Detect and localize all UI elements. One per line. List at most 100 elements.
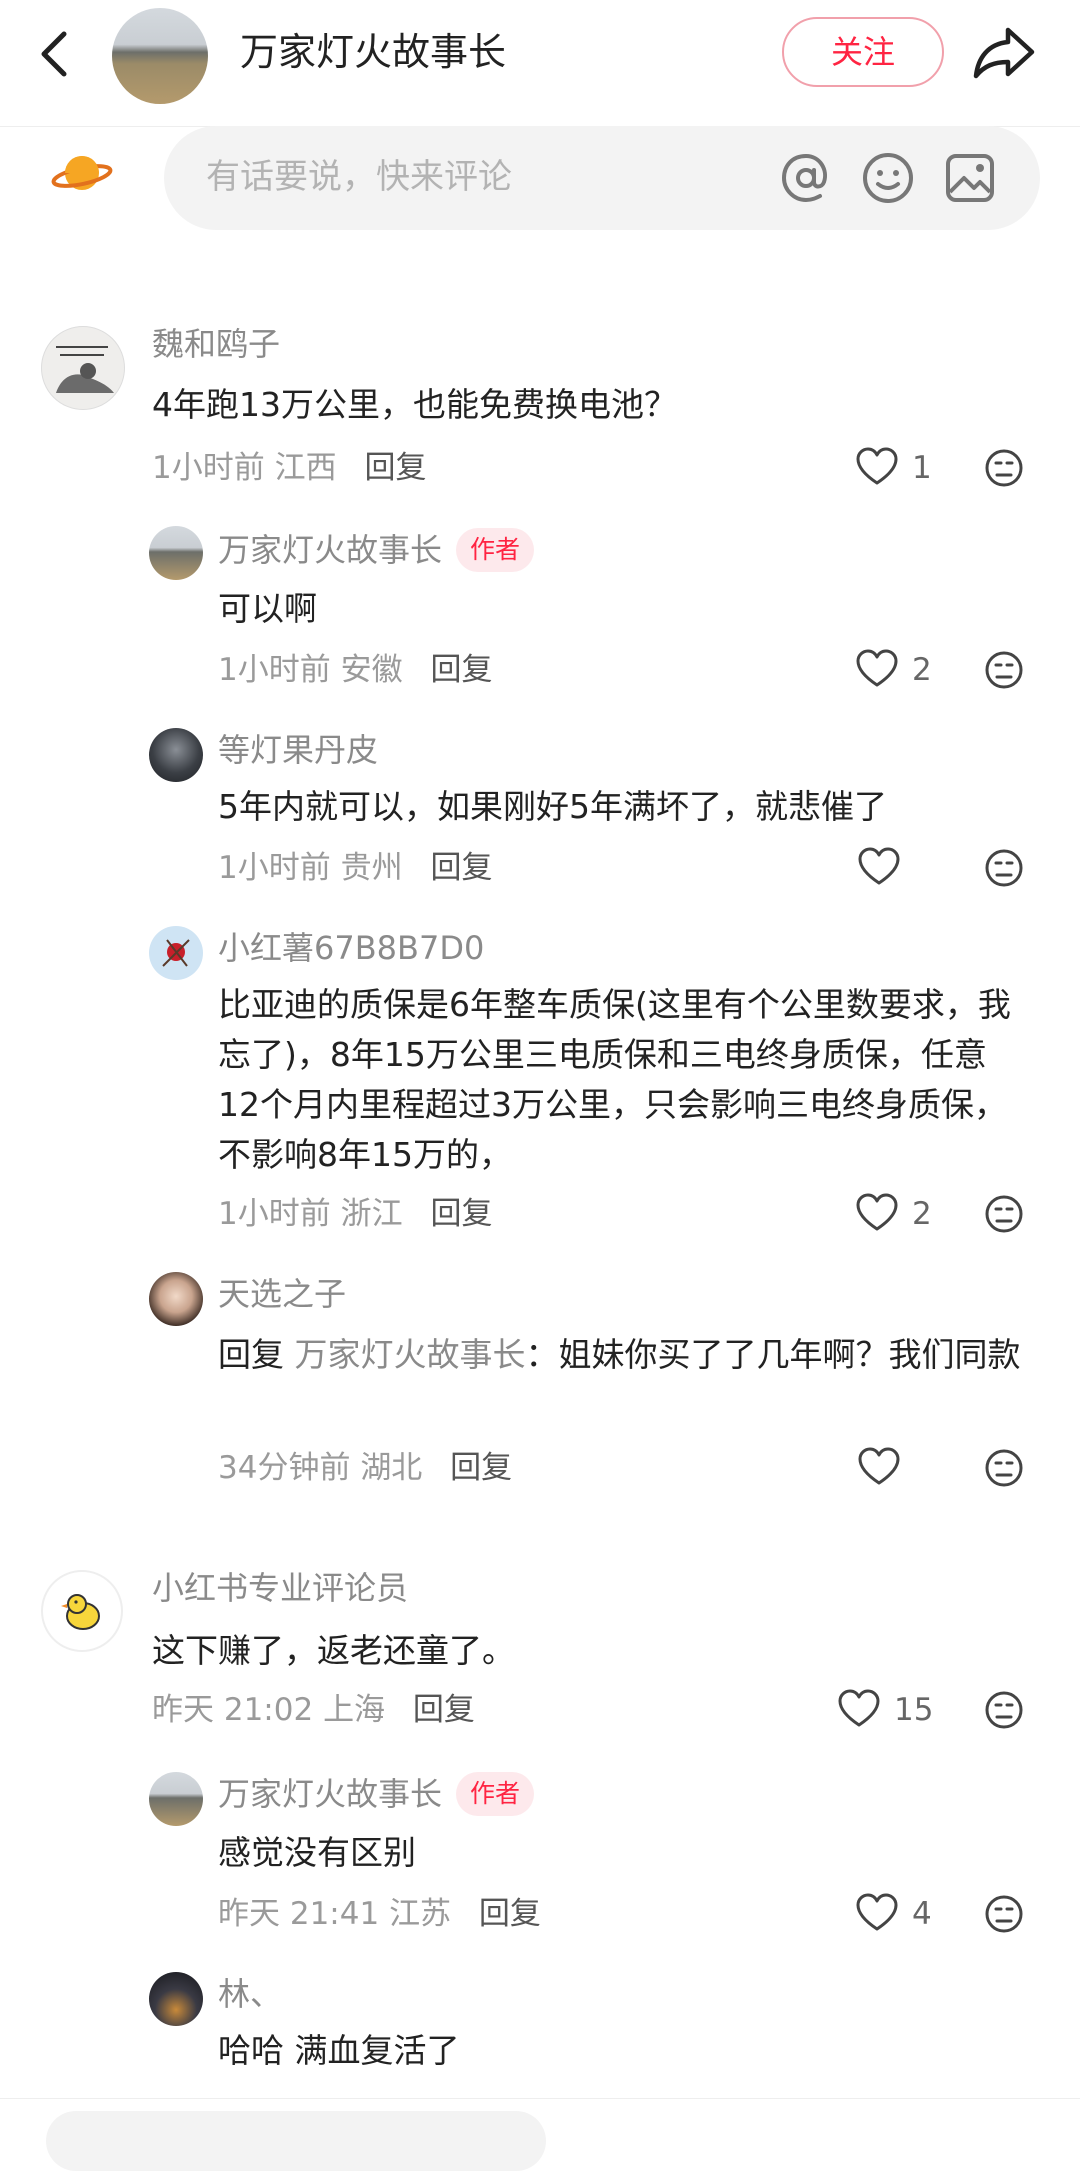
- like-button[interactable]: [858, 846, 908, 890]
- reply-time: 1小时前: [218, 850, 331, 886]
- comment-text: 这下赚了，返老还童了。: [152, 1631, 515, 1670]
- reply-location: 贵州: [340, 850, 403, 886]
- reply-button[interactable]: 回复: [413, 1692, 475, 1728]
- back-button[interactable]: [34, 26, 74, 82]
- reply-body: ：姐妹你买了了几年啊？我们同款: [525, 1335, 1021, 1374]
- reply-button[interactable]: 回复: [430, 850, 492, 886]
- reply-time: 1小时前: [218, 652, 331, 688]
- comment-username[interactable]: 魏和鸥子: [152, 322, 280, 366]
- reply-username[interactable]: 万家灯火故事长 作者: [218, 528, 535, 572]
- reply-username[interactable]: 小红薯67B8B7D0: [218, 926, 484, 970]
- reply-meta: 1小时前 浙江 回复: [218, 1192, 492, 1236]
- reply-location: 浙江: [340, 1196, 403, 1232]
- like-button[interactable]: 2: [856, 648, 946, 692]
- comment-location: 江西: [274, 450, 337, 486]
- reply-meta: 34分钟前 湖北 回复: [218, 1446, 512, 1490]
- comment-text: 4年跑13万公里，也能免费换电池？: [152, 385, 677, 424]
- reply-text: 5年内就可以，如果刚好5年满坏了，就悲催了: [218, 787, 887, 826]
- comment-placeholder: 有话要说，快来评论: [206, 157, 512, 197]
- heart-icon: [856, 447, 898, 485]
- author-badge: 作者: [456, 528, 535, 572]
- reply-location: 江苏: [389, 1896, 452, 1932]
- reply-button[interactable]: 回复: [430, 1196, 492, 1232]
- meh-face-icon: [985, 651, 1023, 689]
- reply-button[interactable]: 回复: [364, 450, 426, 486]
- like-button[interactable]: 15: [838, 1688, 948, 1732]
- comment-time: 1小时前: [152, 450, 265, 486]
- avatar[interactable]: [149, 728, 203, 782]
- reply-text: 感觉没有区别: [218, 1833, 416, 1872]
- reply-time: 1小时前: [218, 1196, 331, 1232]
- avatar[interactable]: [41, 1570, 123, 1652]
- reply-username[interactable]: 万家灯火故事长 作者: [218, 1772, 535, 1816]
- reply-button[interactable]: 回复: [430, 652, 492, 688]
- comment-bar: 有话要说，快来评论: [0, 126, 1080, 238]
- top-bar: 万家灯火故事长 关注: [0, 0, 1080, 127]
- avatar[interactable]: [41, 326, 125, 410]
- reply-meta: 1小时前 贵州 回复: [218, 846, 492, 890]
- dislike-button[interactable]: [984, 1448, 1024, 1488]
- dislike-button[interactable]: [984, 448, 1024, 488]
- reply-username-text[interactable]: 万家灯火故事长: [218, 1775, 442, 1813]
- reply-text: 比亚迪的质保是6年整车质保(这里有个公里数要求，我忘了)，8年15万公里三电质保…: [218, 985, 1011, 1174]
- bottom-input[interactable]: [46, 2111, 546, 2171]
- reply-button[interactable]: 回复: [479, 1896, 541, 1932]
- share-button[interactable]: [972, 22, 1036, 82]
- comment-meta: 昨天 21:02 上海 回复: [152, 1688, 475, 1732]
- reply-username[interactable]: 林、: [218, 1972, 282, 2016]
- image-icon[interactable]: [940, 148, 1000, 208]
- follow-button[interactable]: 关注: [782, 17, 944, 87]
- heart-icon: [856, 1893, 898, 1931]
- avatar[interactable]: [149, 926, 203, 980]
- dislike-button[interactable]: [984, 1690, 1024, 1730]
- reply-meta: 1小时前 安徽 回复: [218, 648, 492, 692]
- like-button[interactable]: 4: [856, 1892, 946, 1936]
- author-avatar[interactable]: [112, 8, 208, 104]
- meh-face-icon: [985, 449, 1023, 487]
- emoji-icon[interactable]: [858, 148, 918, 208]
- comment-location: 上海: [323, 1692, 386, 1728]
- duck-icon: [61, 1594, 100, 1630]
- heart-icon: [856, 649, 898, 687]
- like-button[interactable]: 1: [856, 446, 946, 490]
- dislike-button[interactable]: [984, 650, 1024, 690]
- reply-text: 回复 万家灯火故事长：姐妹你买了了几年啊？我们同款: [218, 1330, 1028, 1380]
- dislike-button[interactable]: [984, 1194, 1024, 1234]
- dislike-button[interactable]: [984, 848, 1024, 888]
- avatar[interactable]: [149, 1272, 203, 1326]
- like-count: 4: [912, 1896, 932, 1932]
- meh-face-icon: [985, 1195, 1023, 1233]
- meh-face-icon: [985, 849, 1023, 887]
- meh-face-icon: [985, 1449, 1023, 1487]
- comment-input[interactable]: 有话要说，快来评论: [164, 126, 1040, 230]
- dislike-button[interactable]: [984, 1894, 1024, 1934]
- author-badge: 作者: [456, 1772, 535, 1816]
- reply-username[interactable]: 天选之子: [218, 1272, 346, 1316]
- reply-location: 湖北: [360, 1450, 423, 1486]
- like-button[interactable]: 2: [856, 1192, 946, 1236]
- mention-icon[interactable]: [776, 148, 836, 208]
- reply-button[interactable]: 回复: [450, 1450, 512, 1486]
- comment-meta: 1小时前 江西 回复: [152, 446, 426, 490]
- reply-meta: 昨天 21:41 江苏 回复: [218, 1892, 541, 1936]
- reply-username-text[interactable]: 万家灯火故事长: [218, 531, 442, 569]
- reply-time: 34分钟前: [218, 1450, 351, 1486]
- avatar[interactable]: [149, 1772, 203, 1826]
- reply-time: 昨天 21:41: [218, 1896, 380, 1932]
- comment-username[interactable]: 小红书专业评论员: [152, 1566, 408, 1610]
- reply-location: 安徽: [340, 652, 403, 688]
- avatar[interactable]: [149, 526, 203, 580]
- bottom-bar: [0, 2098, 1080, 2171]
- planet-icon[interactable]: [50, 148, 114, 198]
- reply-username[interactable]: 等灯果丹皮: [218, 728, 378, 772]
- like-count: 2: [912, 1196, 932, 1232]
- reply-target[interactable]: 万家灯火故事长: [295, 1335, 526, 1374]
- author-name[interactable]: 万家灯火故事长: [240, 26, 506, 78]
- like-button[interactable]: [858, 1446, 908, 1490]
- heart-icon: [858, 1447, 900, 1485]
- heart-icon: [858, 847, 900, 885]
- like-count: 15: [894, 1692, 934, 1728]
- avatar[interactable]: [149, 1972, 203, 2026]
- like-count: 2: [912, 652, 932, 688]
- heart-icon: [838, 1689, 880, 1727]
